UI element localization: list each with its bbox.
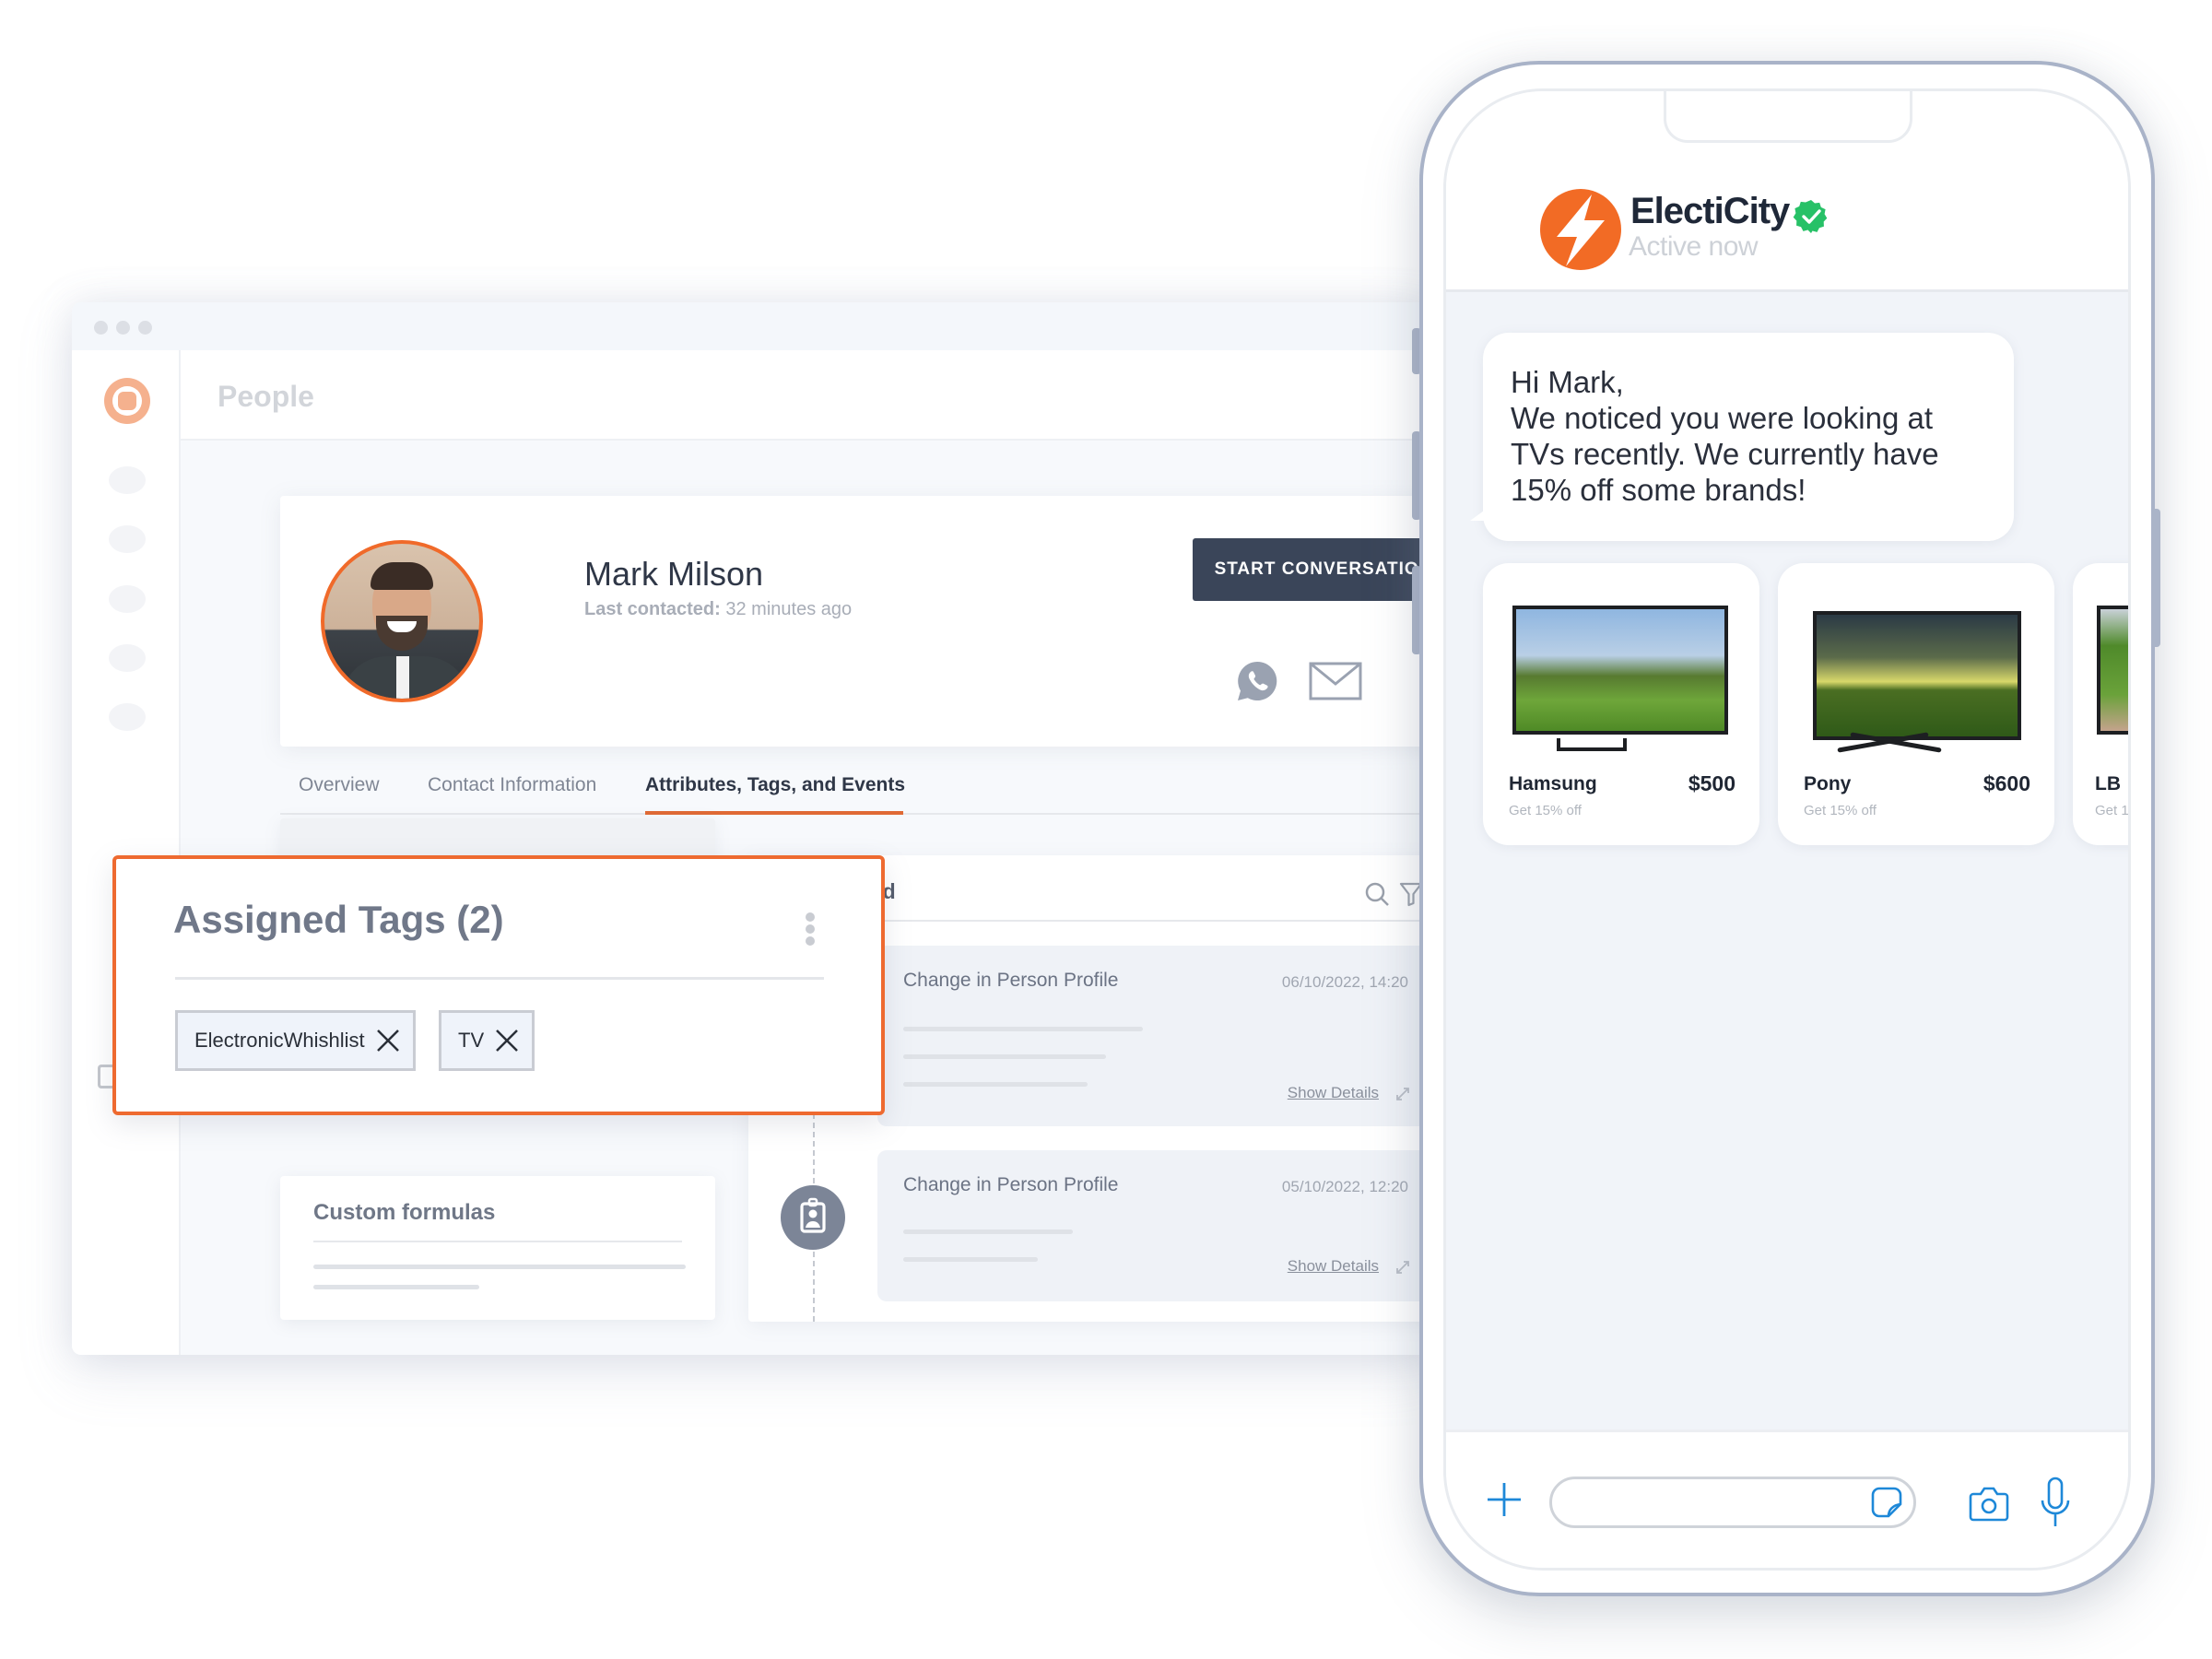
skeleton-line bbox=[313, 1285, 479, 1289]
divider bbox=[175, 977, 824, 980]
skeleton-line bbox=[903, 1082, 1088, 1087]
event-date: 05/10/2022, 12:20 bbox=[1281, 1178, 1408, 1195]
microphone-icon[interactable] bbox=[2040, 1477, 2071, 1528]
custom-formulas-card: Custom formulas bbox=[280, 1176, 715, 1320]
profile-tabs: Overview Contact Information Attributes,… bbox=[280, 771, 1436, 815]
plus-icon[interactable] bbox=[1485, 1480, 1524, 1519]
assigned-tags-popup: Assigned Tags (2) ElectronicWhishlist TV bbox=[112, 855, 885, 1115]
tv-image bbox=[1512, 606, 1728, 735]
product-price: $500 bbox=[1688, 771, 1735, 795]
window-dot-close[interactable] bbox=[94, 321, 108, 335]
product-name: Pony bbox=[1804, 773, 1852, 794]
window-dot-minimize[interactable] bbox=[116, 321, 130, 335]
contact-badge-icon bbox=[781, 1185, 845, 1250]
tv-image bbox=[1813, 611, 2021, 740]
message-composer bbox=[1446, 1430, 2128, 1568]
active-tab-indicator bbox=[645, 811, 903, 815]
skeleton-line bbox=[903, 1257, 1038, 1262]
event-title: Change in Person Profile bbox=[903, 1174, 1119, 1195]
sidebar-item-1[interactable] bbox=[109, 466, 146, 494]
product-price: $600 bbox=[1983, 771, 2030, 795]
last-contacted-label: Last contacted: bbox=[584, 599, 721, 619]
phone-mockup: ElectiCity Active now Hi Mark, We notice… bbox=[1419, 61, 2160, 1596]
page-title: People bbox=[218, 380, 314, 413]
tag-label: ElectronicWhishlist bbox=[194, 1029, 365, 1052]
event-card[interactable]: Change in Person Profile 06/10/2022, 14:… bbox=[877, 946, 1430, 1126]
divider bbox=[313, 1241, 682, 1242]
event-card[interactable]: Change in Person Profile 05/10/2022, 12:… bbox=[877, 1150, 1430, 1301]
tab-overview[interactable]: Overview bbox=[299, 774, 380, 796]
show-details-link[interactable]: Show Details bbox=[1288, 1257, 1379, 1276]
product-name: LB bbox=[2095, 773, 2121, 794]
whatsapp-icon[interactable] bbox=[1235, 659, 1279, 703]
verified-badge-icon bbox=[1793, 200, 1828, 233]
tag-chip[interactable]: TV bbox=[439, 1010, 535, 1071]
sidebar-item-4[interactable] bbox=[109, 644, 146, 672]
message-bubble: Hi Mark, We noticed you were looking at … bbox=[1470, 333, 2014, 541]
sidebar-item-2[interactable] bbox=[109, 525, 146, 553]
event-title: Change in Person Profile bbox=[903, 970, 1119, 991]
sidebar bbox=[72, 350, 181, 1355]
chat-screen: ElectiCity Active now Hi Mark, We notice… bbox=[1443, 88, 2131, 1571]
sidebar-item-5[interactable] bbox=[109, 703, 146, 731]
product-card[interactable]: Pony $600 Get 15% off bbox=[1778, 563, 2054, 845]
tab-contact-information[interactable]: Contact Information bbox=[428, 774, 596, 796]
avatar bbox=[321, 540, 483, 702]
tag-label: TV bbox=[458, 1029, 485, 1052]
sidebar-item-3[interactable] bbox=[109, 585, 146, 613]
expand-icon[interactable] bbox=[1395, 1087, 1410, 1101]
more-options-icon[interactable] bbox=[806, 912, 817, 949]
skeleton-line bbox=[903, 1027, 1143, 1031]
last-contacted: Last contacted: 32 minutes ago bbox=[584, 599, 852, 620]
window-dot-maximize[interactable] bbox=[138, 321, 152, 335]
product-card[interactable]: LB Get 1 bbox=[2073, 563, 2129, 845]
chat-header: ElectiCity Active now bbox=[1446, 91, 2128, 292]
custom-formulas-title: Custom formulas bbox=[313, 1200, 496, 1225]
search-icon[interactable] bbox=[1364, 881, 1390, 907]
phone-notch bbox=[1664, 91, 1912, 143]
brand-name: ElectiCity bbox=[1630, 191, 1790, 231]
message-text: Hi Mark, We noticed you were looking at … bbox=[1511, 365, 1939, 507]
camera-icon[interactable] bbox=[1968, 1484, 2010, 1523]
start-conversation-button[interactable]: START CONVERSATION bbox=[1193, 538, 1436, 601]
assigned-tags-title: Assigned Tags (2) bbox=[173, 898, 504, 941]
bubble-tail bbox=[1470, 493, 1498, 521]
event-date: 06/10/2022, 14:20 bbox=[1281, 973, 1408, 991]
message-input[interactable] bbox=[1549, 1477, 1916, 1528]
remove-tag-icon[interactable] bbox=[495, 1029, 519, 1053]
skeleton-line bbox=[903, 1054, 1106, 1059]
tag-chip[interactable]: ElectronicWhishlist bbox=[175, 1010, 416, 1071]
top-bar: People bbox=[181, 350, 1436, 441]
lock-icon bbox=[98, 1065, 112, 1088]
crm-window: People Mark Milson Last contacted: 32 mi… bbox=[72, 302, 1436, 1355]
window-titlebar bbox=[72, 302, 1436, 350]
skeleton-line bbox=[313, 1265, 686, 1269]
product-name: Hamsung bbox=[1509, 773, 1597, 794]
last-contacted-value: 32 minutes ago bbox=[725, 599, 853, 619]
product-promo: Get 15% off bbox=[1509, 803, 1582, 818]
product-card[interactable]: Hamsung $500 Get 15% off bbox=[1483, 563, 1759, 845]
app-logo-icon[interactable] bbox=[104, 378, 150, 424]
skeleton-line bbox=[903, 1230, 1073, 1234]
brand-status: Active now bbox=[1629, 231, 1759, 262]
tv-stand bbox=[1557, 738, 1627, 751]
lightning-bolt-icon bbox=[1540, 189, 1621, 270]
profile-card: Mark Milson Last contacted: 32 minutes a… bbox=[280, 496, 1436, 747]
person-name: Mark Milson bbox=[584, 555, 764, 593]
product-promo: Get 15% off bbox=[1804, 803, 1877, 818]
mail-icon[interactable] bbox=[1309, 662, 1362, 700]
tv-stand bbox=[1837, 735, 1938, 749]
phone-power-button bbox=[2151, 509, 2160, 647]
product-promo: Get 1 bbox=[2095, 803, 2129, 818]
expand-icon[interactable] bbox=[1395, 1260, 1410, 1275]
tab-attributes-tags-events[interactable]: Attributes, Tags, and Events bbox=[645, 774, 905, 796]
remove-tag-icon[interactable] bbox=[376, 1029, 400, 1053]
tv-image bbox=[2097, 606, 2128, 735]
sticker-icon[interactable] bbox=[1870, 1486, 1903, 1519]
show-details-link[interactable]: Show Details bbox=[1288, 1084, 1379, 1102]
